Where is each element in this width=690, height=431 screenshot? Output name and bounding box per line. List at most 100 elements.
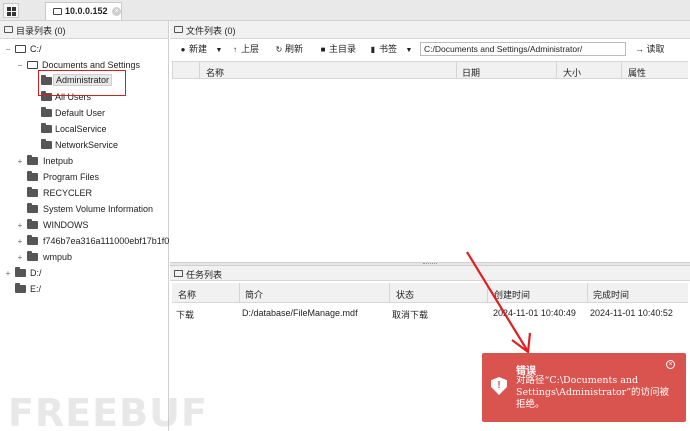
folder-icon xyxy=(174,26,183,33)
expand-icon[interactable]: + xyxy=(16,254,24,262)
column-divider xyxy=(389,283,390,302)
new-label: 新建 xyxy=(189,44,208,54)
path-input[interactable] xyxy=(420,42,626,56)
directory-panel-header: 目录列表 (0) xyxy=(0,21,168,39)
caret-down-icon: ▼ xyxy=(405,47,413,54)
tree-label: LocalService xyxy=(55,124,107,134)
table-row[interactable]: 下载 D:/database/FileManage.mdf 取消下载 2024-… xyxy=(172,304,688,322)
tree-label: D:/ xyxy=(30,268,42,278)
task-finished: 2024-11-01 10:40:52 xyxy=(590,308,673,318)
folder-open-icon xyxy=(15,45,26,53)
tree-label: E:/ xyxy=(30,284,42,294)
arrow-up-icon: ↑ xyxy=(233,45,237,54)
directory-panel-title: 目录列表 (0) xyxy=(16,26,66,36)
close-icon[interactable]: × xyxy=(666,360,675,369)
expand-icon[interactable]: + xyxy=(16,238,24,246)
column-divider xyxy=(239,283,240,302)
tree-node-d[interactable]: + D:/ xyxy=(0,267,169,281)
shield-icon: ! xyxy=(491,377,507,395)
column-divider xyxy=(456,62,457,79)
shield-mark: ! xyxy=(497,380,501,391)
column-size[interactable]: 大小 xyxy=(563,66,581,79)
file-manager-window: 10.0.0.152 × 目录列表 (0) − C:/ − Documents … xyxy=(0,0,690,431)
task-panel-title: 任务列表 xyxy=(186,270,223,280)
tree-label: Documents and Settings xyxy=(42,60,141,70)
tree-node-recycler[interactable]: RECYCLER xyxy=(0,187,169,201)
home-icon: ■ xyxy=(320,45,326,54)
tree-node-e[interactable]: E:/ xyxy=(0,283,169,297)
grid-icon[interactable] xyxy=(3,3,19,18)
folder-icon xyxy=(4,26,13,33)
refresh-button[interactable]: ↻ 刷新 xyxy=(275,42,303,56)
task-created: 2024-11-01 10:40:49 xyxy=(493,308,576,318)
tree-label: wmpub xyxy=(43,252,73,262)
folder-icon xyxy=(174,270,183,277)
column-divider xyxy=(556,62,557,79)
task-desc: D:/database/FileManage.mdf xyxy=(242,308,358,318)
tree-node-c[interactable]: − C:/ xyxy=(0,43,169,57)
tree-node-system-volume-information[interactable]: System Volume Information xyxy=(0,203,169,217)
task-table-header: 名称 简介 状态 创建时间 完成时间 xyxy=(172,283,688,303)
tree-node-wmpub[interactable]: + wmpub xyxy=(0,251,169,265)
file-list xyxy=(172,80,688,262)
column-divider xyxy=(172,62,173,79)
column-attr[interactable]: 属性 xyxy=(628,66,646,79)
refresh-icon: ↻ xyxy=(275,45,283,54)
tree-label: RECYCLER xyxy=(43,188,93,198)
read-button[interactable]: → 读取 xyxy=(635,42,665,55)
column-name[interactable]: 名称 xyxy=(206,66,224,79)
tree-label: System Volume Information xyxy=(43,204,154,214)
column-divider xyxy=(621,62,622,79)
bookmark-label: 书签 xyxy=(379,44,398,54)
home-button[interactable]: ■ 主目录 xyxy=(319,42,356,56)
tree-node-local-service[interactable]: LocalService xyxy=(0,123,169,137)
task-status: 取消下载 xyxy=(392,310,429,320)
tree-node-windows[interactable]: + WINDOWS xyxy=(0,219,169,233)
arrow-right-icon: → xyxy=(635,44,644,54)
caret-down-icon: ▼ xyxy=(215,47,223,54)
folder-open-icon xyxy=(27,61,38,69)
folder-icon xyxy=(41,107,52,117)
read-label: 读取 xyxy=(646,44,665,54)
task-name: 下载 xyxy=(176,310,195,320)
tree-label: Inetpub xyxy=(43,156,74,166)
tab-host[interactable]: 10.0.0.152 × xyxy=(45,2,122,20)
folder-icon xyxy=(15,267,26,277)
tree-label: NetworkService xyxy=(55,140,119,150)
up-button[interactable]: ↑ 上层 xyxy=(231,42,259,56)
file-panel-header: 文件列表 (0) xyxy=(170,21,690,39)
tree-node-program-files[interactable]: Program Files xyxy=(0,171,169,185)
plus-icon: ● xyxy=(180,45,186,54)
expand-icon[interactable]: + xyxy=(16,158,24,166)
column-date[interactable]: 日期 xyxy=(462,66,480,79)
task-column-desc[interactable]: 简介 xyxy=(245,288,263,301)
file-toolbar: ●新建 ▼ ↑ 上层 ↻刷新 ■主目录 ▮书签 ▼ → 读取 xyxy=(170,39,690,59)
task-column-finished[interactable]: 完成时间 xyxy=(593,288,629,301)
expand-icon[interactable]: + xyxy=(4,270,12,278)
task-column-name[interactable]: 名称 xyxy=(178,288,196,301)
task-column-status[interactable]: 状态 xyxy=(396,288,414,301)
bookmark-button[interactable]: ▮ 书签 ▼ xyxy=(369,42,413,56)
task-column-created[interactable]: 创建时间 xyxy=(494,288,530,301)
column-divider xyxy=(587,283,588,302)
tab-host-label: 10.0.0.152 xyxy=(65,6,108,16)
close-icon[interactable]: × xyxy=(112,7,121,16)
file-panel-title: 文件列表 (0) xyxy=(186,26,236,36)
folder-icon xyxy=(53,8,62,15)
error-toast: ! 错误 对路径“C:\Documents and Settings\Admin… xyxy=(482,353,686,422)
up-label: 上层 xyxy=(241,44,260,54)
tree-node-network-service[interactable]: NetworkService xyxy=(0,139,169,153)
expand-icon[interactable]: + xyxy=(16,222,24,230)
home-label: 主目录 xyxy=(329,44,357,54)
tree-node-inetpub[interactable]: + Inetpub xyxy=(0,155,169,169)
collapse-icon[interactable]: − xyxy=(4,46,12,54)
folder-icon xyxy=(15,283,26,293)
tree-label: C:/ xyxy=(30,44,42,54)
tab-bar: 10.0.0.152 × xyxy=(0,0,690,21)
new-button[interactable]: ● 新建 ▼ xyxy=(179,42,223,56)
bookmark-icon: ▮ xyxy=(370,45,376,54)
collapse-icon[interactable]: − xyxy=(16,62,24,70)
task-panel-header: 任务列表 xyxy=(170,266,690,281)
tree-node-hash-folder[interactable]: + f746b7ea316a111000ebf17b1f07 xyxy=(0,235,169,249)
tree-node-default-user[interactable]: Default User xyxy=(0,107,169,121)
